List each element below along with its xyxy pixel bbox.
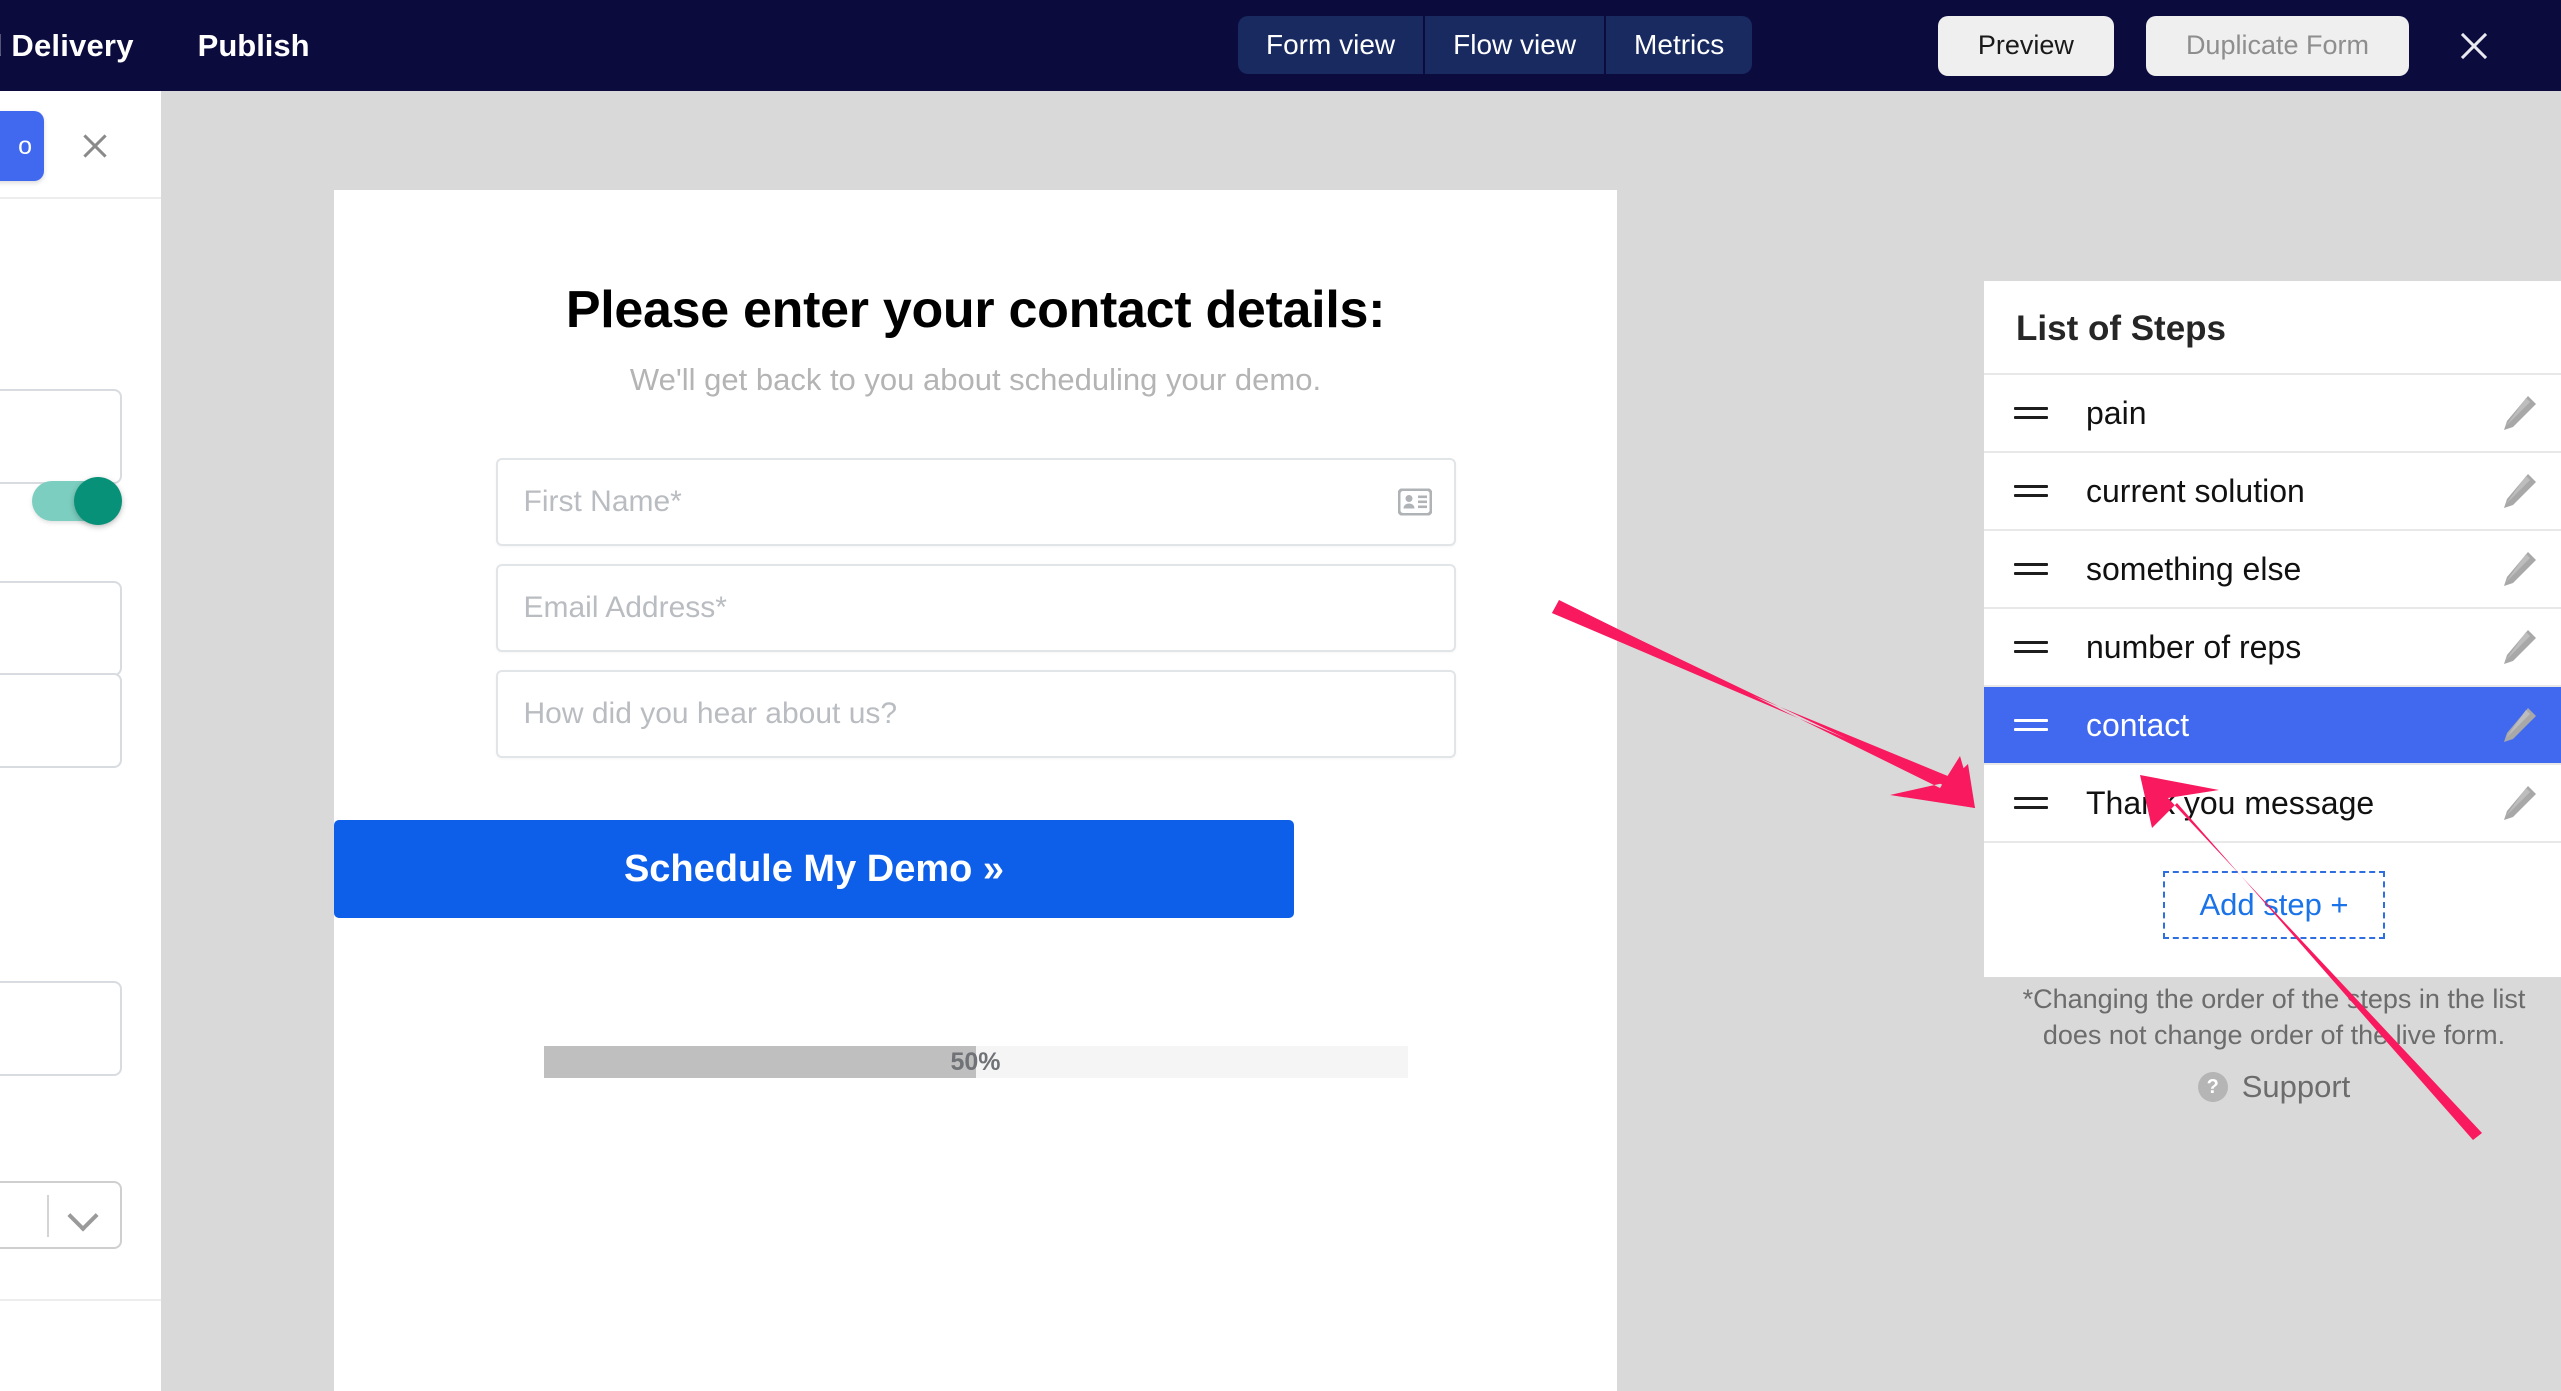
drag-handle-icon[interactable]: [2014, 635, 2048, 659]
duplicate-form-button[interactable]: Duplicate Form: [2145, 15, 2409, 76]
step-row[interactable]: Thank you message: [1984, 763, 2561, 841]
add-step-button[interactable]: Add step +: [2163, 871, 2385, 939]
sidebar-input-field[interactable]: [0, 581, 122, 676]
steps-order-note-line-1: *Changing the order of the steps in the …: [2022, 984, 2526, 1014]
step-label: pain: [2086, 394, 2147, 431]
pencil-icon[interactable]: [2496, 780, 2542, 826]
email-address-field[interactable]: Email Address*: [495, 564, 1456, 652]
drag-handle-icon[interactable]: [2014, 713, 2048, 737]
steps-panel-title: List of Steps: [2016, 309, 2227, 348]
add-step-container: Add step +: [1984, 841, 2561, 961]
sidebar-input-field[interactable]: [0, 981, 122, 1076]
progress-bar-label: 50%: [950, 1047, 1001, 1076]
topbar-actions: Preview Duplicate Form: [1937, 0, 2561, 91]
step-label: contact: [2086, 706, 2190, 743]
drag-handle-icon[interactable]: [2014, 479, 2048, 503]
sidebar-toggle-switch[interactable]: [32, 477, 122, 525]
drag-handle-icon[interactable]: [2014, 791, 2048, 815]
tab-metrics[interactable]: Metrics: [1606, 16, 1753, 74]
support-label: Support: [2241, 1069, 2351, 1104]
editor-canvas: Please enter your contact details: We'll…: [161, 91, 2561, 1391]
submit-button[interactable]: Schedule My Demo »: [334, 820, 1294, 918]
chevron-down-icon: [67, 1200, 99, 1232]
drag-handle-icon[interactable]: [2014, 557, 2048, 581]
view-tabs: Form view Flow view Metrics: [1238, 16, 1753, 74]
sidebar-input-field[interactable]: [0, 389, 122, 484]
step-label: current solution: [2086, 472, 2305, 509]
support-link[interactable]: ? Support: [1984, 1069, 2561, 1105]
question-mark-icon: ?: [2197, 1072, 2228, 1102]
pencil-icon[interactable]: [2496, 468, 2542, 514]
how-did-you-hear-placeholder: How did you hear about us?: [523, 697, 898, 730]
sidebar-input-field[interactable]: [0, 673, 122, 768]
step-label: number of reps: [2086, 628, 2302, 665]
step-row-selected[interactable]: contact: [1984, 685, 2561, 763]
toggle-knob: [74, 477, 122, 525]
sidebar-primary-button[interactable]: o: [0, 111, 44, 181]
drag-handle-icon[interactable]: [2014, 401, 2048, 425]
how-did-you-hear-field[interactable]: How did you hear about us?: [495, 670, 1456, 758]
top-bar: ad Delivery Publish Form view Flow view …: [0, 0, 2561, 91]
step-row[interactable]: number of reps: [1984, 607, 2561, 685]
steps-order-note-line-2: does not change order of the live form.: [2042, 1020, 2506, 1051]
step-row[interactable]: pain: [1984, 373, 2561, 451]
progress-bar: 50%: [543, 1046, 1408, 1078]
publish-button[interactable]: Publish: [198, 28, 310, 64]
app-root: ad Delivery Publish Form view Flow view …: [0, 0, 2561, 1391]
sidebar-header: o: [0, 91, 161, 199]
pencil-icon[interactable]: [2496, 624, 2542, 670]
pencil-icon[interactable]: [2496, 546, 2542, 592]
page-title: ad Delivery: [0, 27, 134, 63]
preview-button[interactable]: Preview: [1937, 15, 2114, 76]
pencil-icon[interactable]: [2496, 390, 2542, 436]
step-row[interactable]: something else: [1984, 529, 2561, 607]
steps-panel: List of Steps pain current solution some…: [1984, 281, 2561, 977]
pencil-icon[interactable]: [2496, 702, 2542, 748]
step-row[interactable]: current solution: [1984, 451, 2561, 529]
contact-card-icon[interactable]: [1397, 488, 1432, 516]
sidebar-divider: [0, 1299, 161, 1301]
steps-order-note: *Changing the order of the steps in the …: [1984, 981, 2561, 1054]
close-icon[interactable]: [2451, 23, 2497, 69]
form-subheading: We'll get back to you about scheduling y…: [629, 362, 1322, 397]
topbar-left-group: ad Delivery Publish: [0, 28, 310, 64]
email-address-placeholder: Email Address*: [523, 591, 727, 624]
sidebar-dropdown[interactable]: [0, 1181, 122, 1249]
first-name-field[interactable]: First Name*: [495, 458, 1456, 546]
form-heading: Please enter your contact details:: [565, 281, 1386, 339]
form-fields: First Name* Email Address* How did you h…: [495, 458, 1456, 758]
left-sidebar: o: [0, 91, 161, 1391]
step-label: Thank you message: [2086, 784, 2375, 821]
form-preview-card: Please enter your contact details: We'll…: [334, 190, 1617, 1391]
sidebar-close-icon[interactable]: [76, 127, 114, 165]
dropdown-divider: [47, 1195, 49, 1237]
tab-flow-view[interactable]: Flow view: [1425, 16, 1607, 74]
tab-form-view[interactable]: Form view: [1238, 16, 1426, 74]
first-name-placeholder: First Name*: [523, 485, 682, 518]
step-label: something else: [2086, 550, 2302, 587]
